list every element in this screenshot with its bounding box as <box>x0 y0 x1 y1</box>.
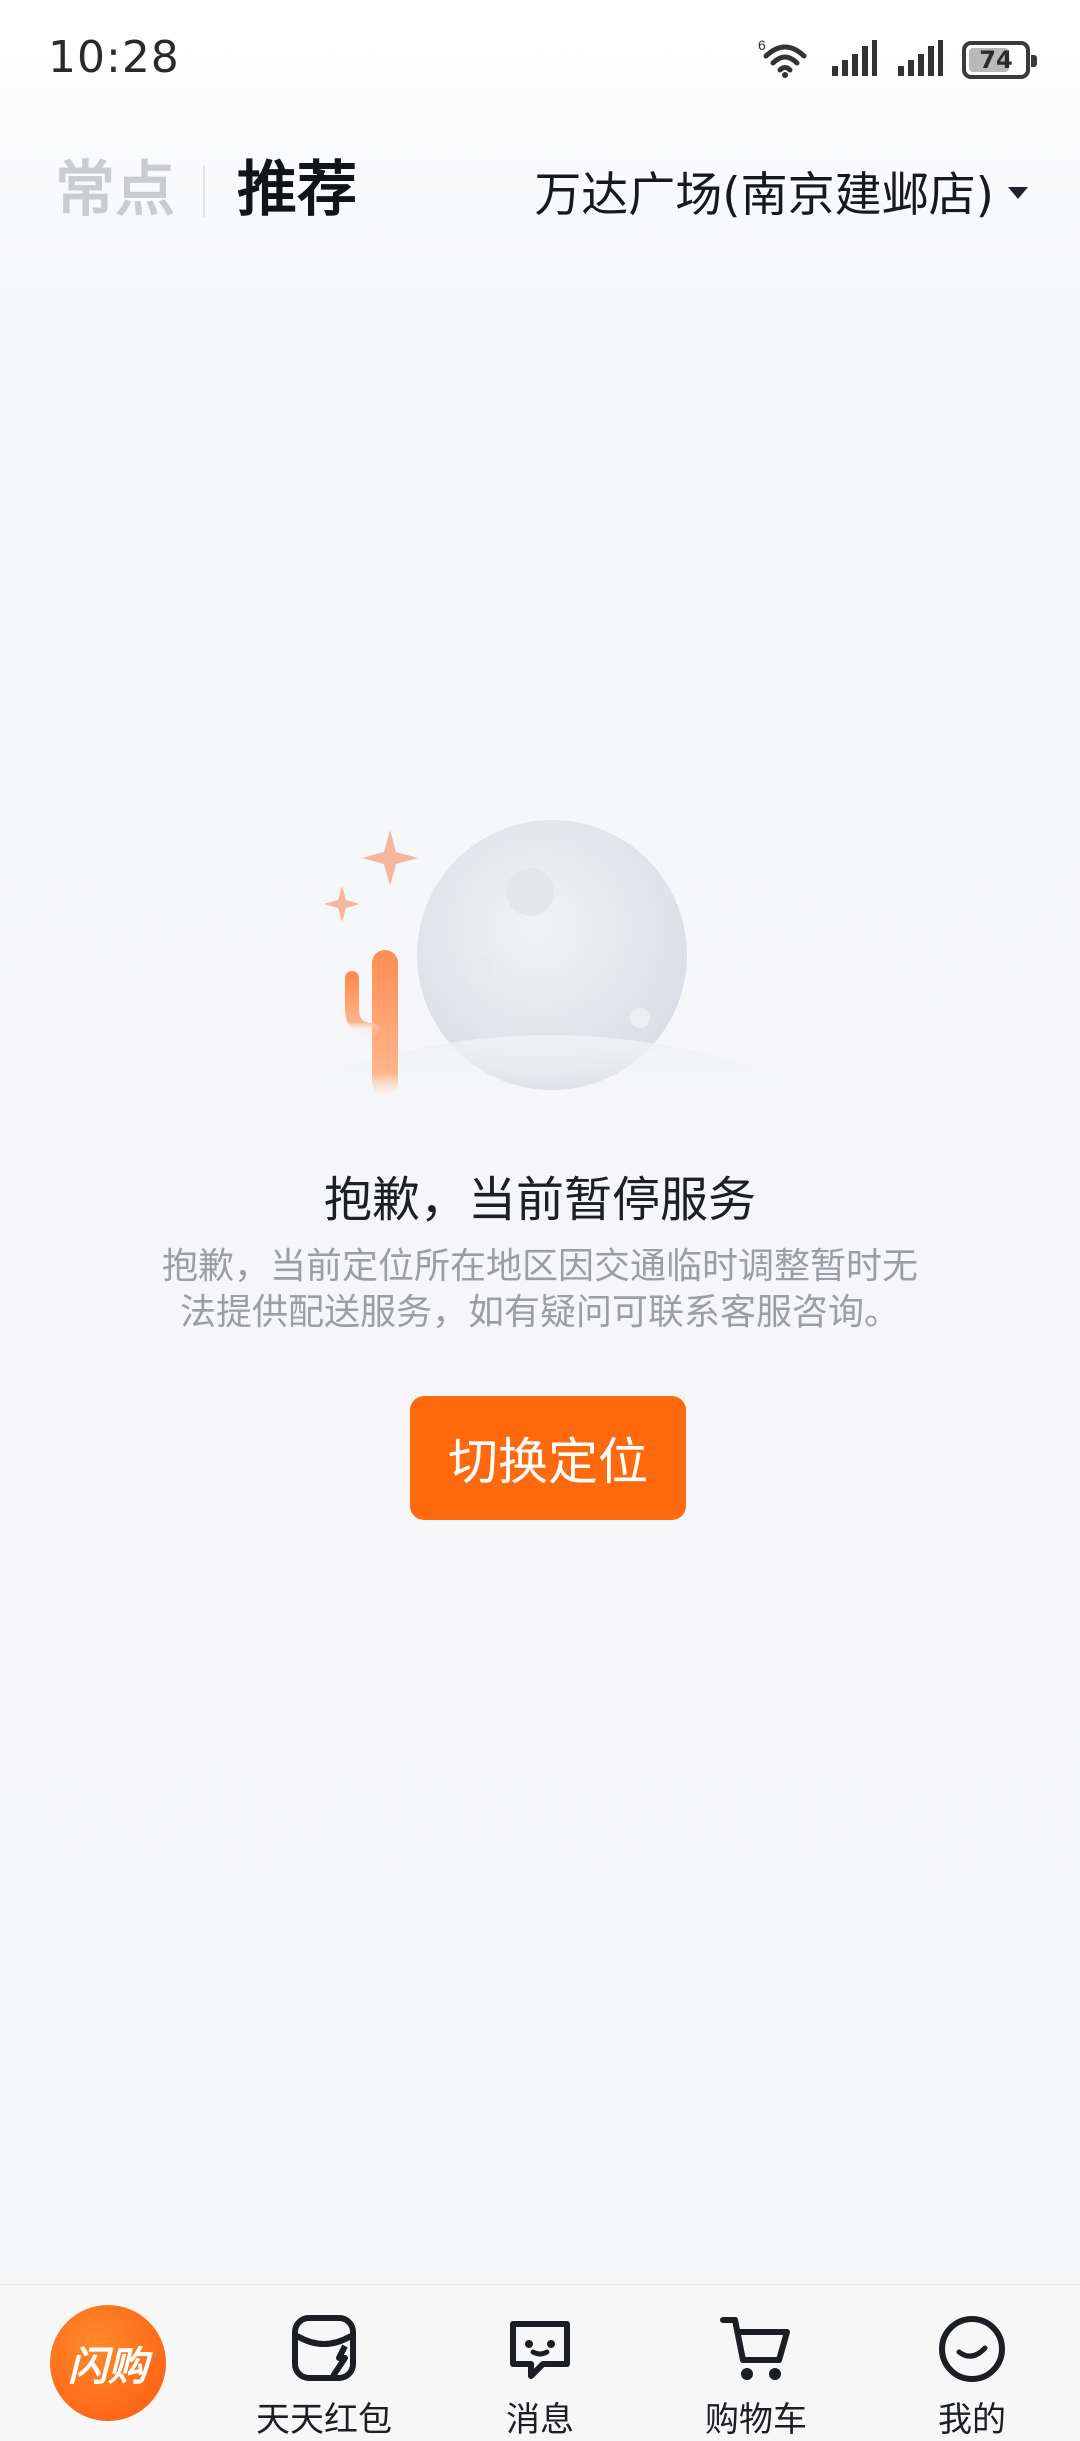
empty-state-description-line: 抱歉，当前定位所在地区因交通临时调整暂时无 <box>161 1246 918 1287</box>
flash-buy-logo-icon: 闪购 <box>50 2305 166 2421</box>
switch-location-button[interactable]: 切换定位 <box>410 1396 686 1520</box>
nav-item-cart[interactable]: 购物车 <box>648 2285 864 2441</box>
message-icon <box>500 2309 580 2388</box>
battery-cap <box>1031 55 1037 67</box>
location-label: 万达广场(南京建邺店) <box>534 167 994 223</box>
nav-label: 天天红包 <box>256 2400 392 2440</box>
signal-icon <box>830 38 878 82</box>
nav-item-red-packet[interactable]: 天天红包 <box>216 2285 432 2441</box>
nav-item-home[interactable]: 闪购 <box>0 2285 216 2441</box>
profile-icon <box>932 2309 1012 2388</box>
nav-label: 消息 <box>506 2400 574 2440</box>
dropdown-arrow-icon <box>1008 187 1028 199</box>
empty-state-description-line: 法提供配送服务，如有疑问可联系客服咨询。 <box>179 1292 900 1333</box>
top-header: 常点 推荐 万达广场(南京建邺店) <box>0 140 1080 240</box>
nav-label: 我的 <box>938 2400 1006 2440</box>
svg-text:6: 6 <box>758 37 766 53</box>
tab-tuijian[interactable]: 推荐 <box>237 140 357 240</box>
status-icons: 6 74 <box>758 36 1037 84</box>
bottom-nav: 闪购 天天红包 消息 购物车 我的 <box>0 2284 1080 2441</box>
empty-state-description: 抱歉，当前定位所在地区因交通临时调整暂时无 法提供配送服务，如有疑问可联系客服咨… <box>130 1244 950 1336</box>
nav-item-profile[interactable]: 我的 <box>864 2285 1080 2441</box>
battery-icon: 74 <box>962 41 1037 79</box>
status-bar: 10:28 6 74 <box>0 0 1080 120</box>
nav-item-messages[interactable]: 消息 <box>432 2285 648 2441</box>
empty-state-title: 抱歉，当前暂停服务 <box>323 1172 756 1228</box>
sparkle-graphic <box>324 830 418 922</box>
location-selector[interactable]: 万达广场(南京建邺店) <box>534 140 1028 240</box>
battery-text: 74 <box>979 46 1013 74</box>
status-time: 10:28 <box>48 32 180 83</box>
cart-icon <box>716 2309 796 2388</box>
tab-changdian[interactable]: 常点 <box>55 140 175 240</box>
nav-label: 购物车 <box>705 2400 807 2440</box>
red-packet-icon <box>284 2309 364 2388</box>
empty-state-illustration <box>300 820 800 1100</box>
tab-divider <box>203 165 205 217</box>
wifi-6-icon: 6 <box>758 36 812 84</box>
signal-icon <box>896 38 944 82</box>
